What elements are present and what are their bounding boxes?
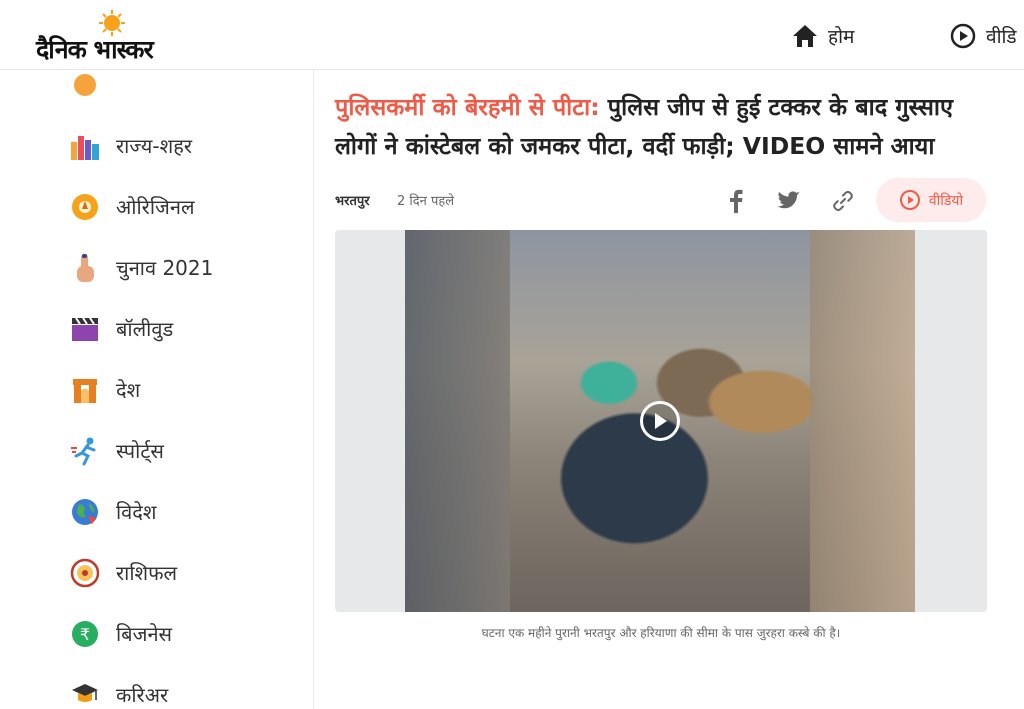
home-icon: [793, 25, 817, 47]
voting-finger-icon: [68, 251, 102, 285]
sidebar-item-career[interactable]: करिअर: [68, 664, 213, 709]
video-blur-right: [810, 230, 915, 612]
video-caption: घटना एक महीने पुरानी भरतपुर और हरियाणा क…: [481, 626, 841, 640]
facebook-icon: [730, 189, 743, 213]
play-icon: [655, 413, 667, 429]
twitter-share-button[interactable]: [776, 188, 802, 214]
article-time: 2 दिन पहले: [397, 194, 455, 209]
logo-text: दैनिक भास्कर: [36, 35, 154, 64]
site-header: दैनिक भास्कर होम वीडि: [0, 0, 1024, 70]
copy-link-button[interactable]: [830, 188, 856, 214]
sidebar-item-rajya-shahar[interactable]: राज्य-शहर: [68, 115, 213, 176]
article-meta: भरतपुर 2 दिन पहले वीडियो: [335, 178, 987, 224]
runner-icon: [68, 434, 102, 468]
partial-icon: [68, 70, 102, 102]
sidebar-item-label: राज्य-शहर: [116, 134, 193, 158]
nav-video-label: वीडि: [986, 26, 1017, 48]
sidebar-item-desh[interactable]: देश: [68, 359, 213, 420]
twitter-icon: [777, 191, 800, 209]
video-button-label: वीडियो: [928, 192, 964, 209]
sidebar-item-label: बॉलीवुड: [116, 317, 174, 341]
video-blur-left: [405, 230, 510, 612]
sidebar-item-label: देश: [116, 378, 141, 402]
article: पुलिसकर्मी को बेरहमी से पीटा: पुलिस जीप …: [335, 70, 987, 641]
sidebar-item-original[interactable]: ओरिजिनल: [68, 176, 213, 237]
nav-home[interactable]: होम: [792, 22, 854, 50]
sidebar-item-label: स्पोर्ट्स: [116, 439, 164, 463]
sidebar-item-label: ओरिजिनल: [116, 195, 195, 219]
india-gate-icon: [68, 373, 102, 407]
site-logo[interactable]: दैनिक भास्कर: [36, 8, 196, 64]
nav-video[interactable]: वीडि: [950, 22, 1017, 50]
sidebar-item-bollywood[interactable]: बॉलीवुड: [68, 298, 213, 359]
link-icon: [833, 190, 853, 212]
globe-icon: [68, 495, 102, 529]
play-circle-icon: [899, 190, 920, 210]
sidebar-item-business[interactable]: ₹ बिजनेस: [68, 603, 213, 664]
sidebar-item-label: राशिफल: [116, 561, 178, 585]
sidebar: राज्य-शहर ओरिजिनल चुनाव 2021 बॉलीवुड देश…: [0, 70, 314, 709]
sidebar-list: राज्य-शहर ओरिजिनल चुनाव 2021 बॉलीवुड देश…: [68, 70, 213, 709]
sidebar-item-partial[interactable]: [68, 70, 213, 115]
sidebar-item-label: चुनाव 2021: [116, 256, 214, 280]
video-player[interactable]: [335, 230, 987, 612]
sidebar-item-rashifal[interactable]: राशिफल: [68, 542, 213, 603]
graduation-cap-icon: [68, 678, 102, 709]
sidebar-item-label: विदेश: [116, 500, 157, 524]
sidebar-item-sports[interactable]: स्पोर्ट्स: [68, 420, 213, 481]
sidebar-item-label: बिजनेस: [116, 622, 173, 646]
headline-kicker: पुलिसकर्मी को बेरहमी से पीटा:: [335, 93, 600, 121]
svg-text:₹: ₹: [80, 625, 90, 644]
sidebar-item-chunav[interactable]: चुनाव 2021: [68, 237, 213, 298]
sidebar-item-label: करिअर: [116, 683, 169, 707]
article-city[interactable]: भरतपुर: [335, 191, 370, 209]
nav-home-label: होम: [828, 26, 855, 48]
rupee-coin-icon: ₹: [68, 617, 102, 651]
original-badge-icon: [68, 190, 102, 224]
video-button[interactable]: वीडियो: [876, 178, 986, 222]
facebook-share-button[interactable]: [723, 188, 749, 214]
zodiac-wheel-icon: [68, 556, 102, 590]
clapperboard-icon: [68, 312, 102, 346]
article-headline[interactable]: पुलिसकर्मी को बेरहमी से पीटा: पुलिस जीप …: [335, 88, 987, 166]
sidebar-item-videsh[interactable]: विदेश: [68, 481, 213, 542]
play-circle-icon: [950, 23, 976, 49]
city-buildings-icon: [68, 129, 102, 163]
play-button[interactable]: [640, 401, 680, 441]
